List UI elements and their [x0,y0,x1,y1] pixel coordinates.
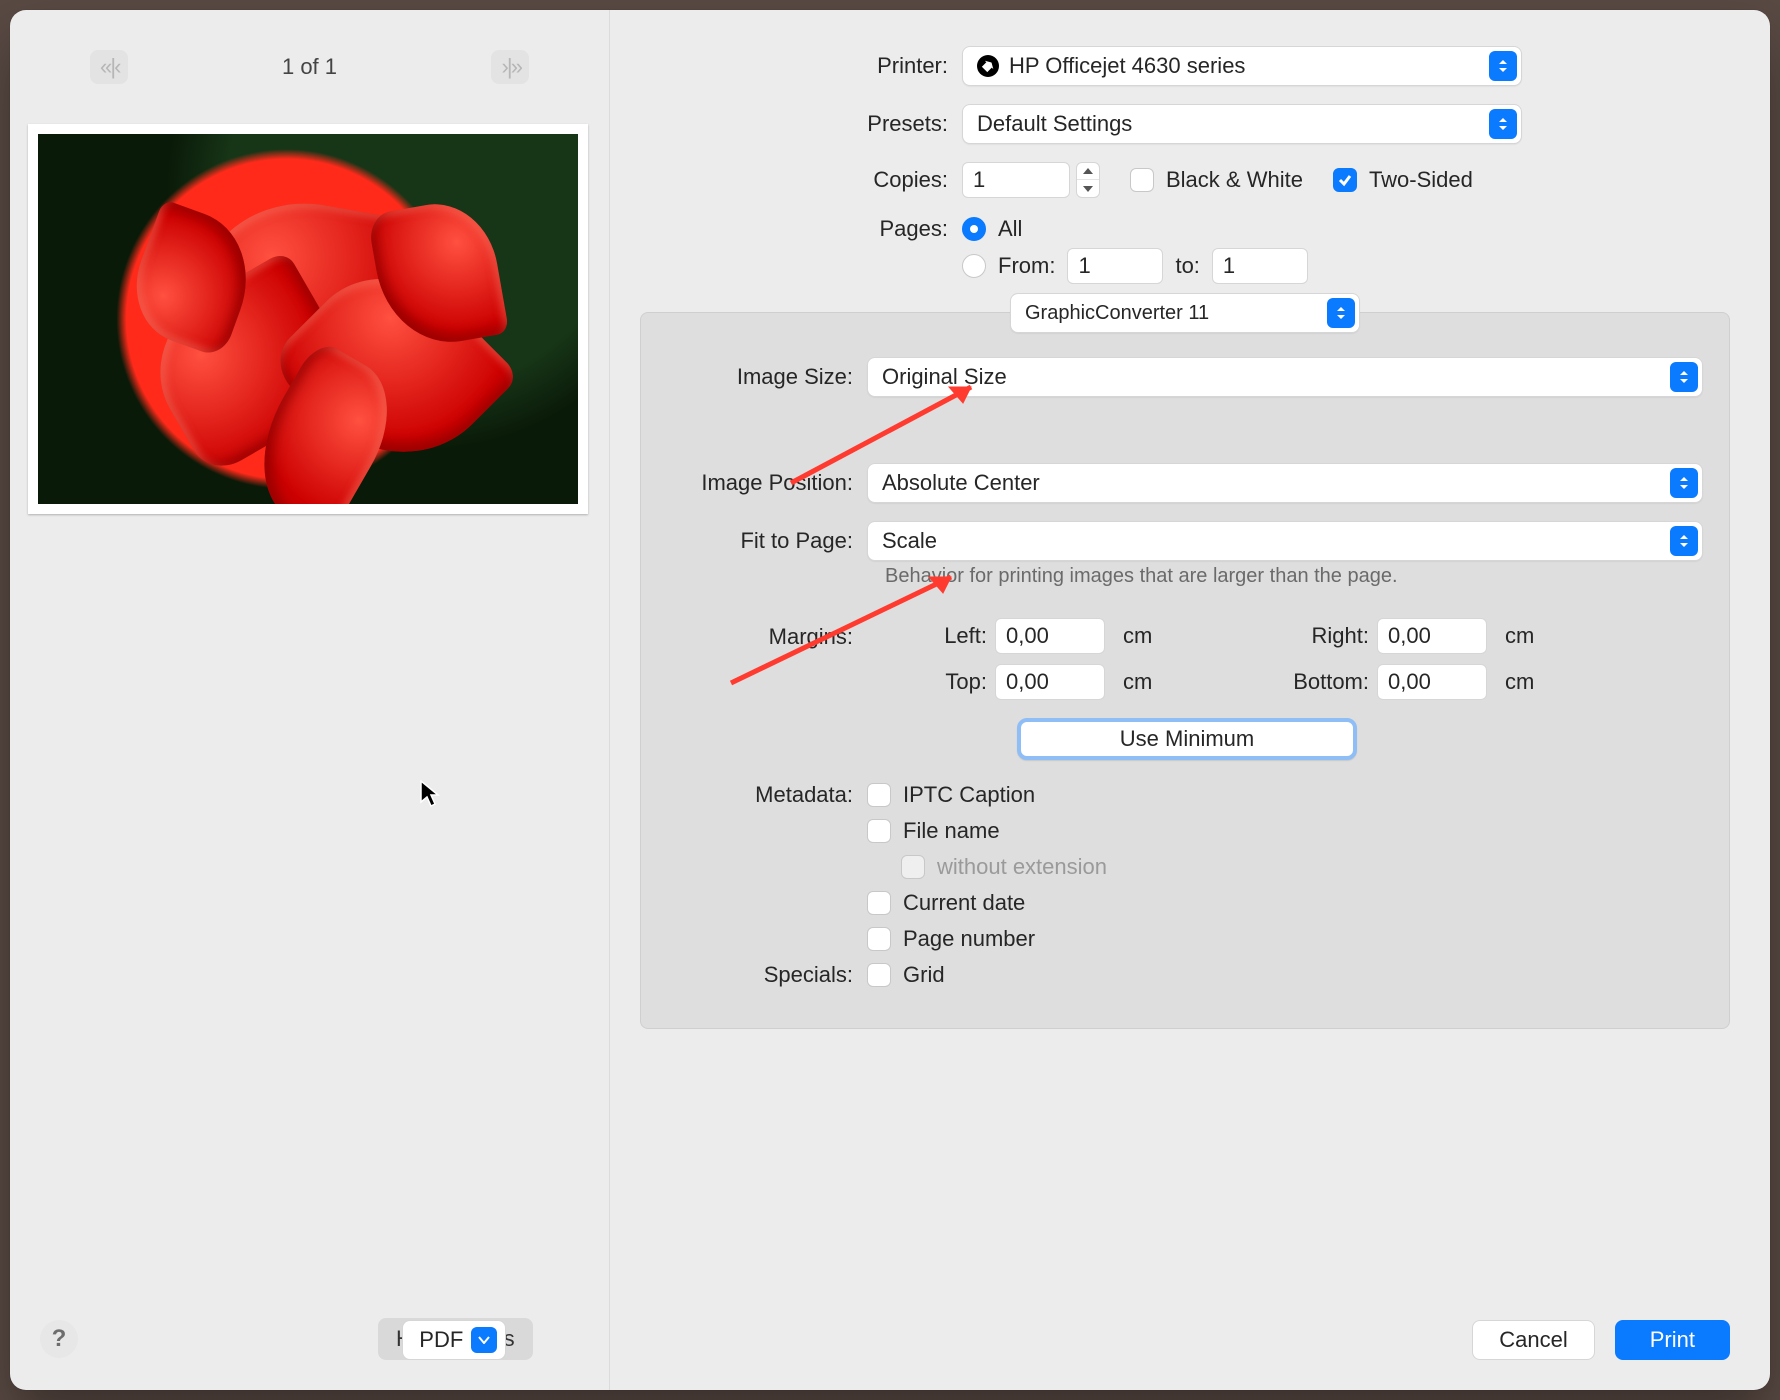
preview-pane: « | ‹ 1 of 1 › | » ? Hide Details [10,10,610,1390]
pages-all-label: All [998,216,1022,242]
margin-unit: cm [1505,669,1555,695]
fit-to-page-value: Scale [882,528,937,554]
image-position-select[interactable]: Absolute Center [867,463,1703,503]
metadata-date-label: Current date [903,890,1025,916]
metadata-label: Metadata: [667,782,867,808]
preview-thumbnail [28,124,588,514]
metadata-pagenum-checkbox[interactable] [867,927,891,951]
margin-unit: cm [1123,669,1173,695]
copies-field[interactable]: 1 [962,162,1070,198]
margin-top-label: Top: [867,669,987,695]
margin-unit: cm [1123,623,1173,649]
pages-label: Pages: [640,216,962,242]
fit-to-page-select[interactable]: Scale [867,521,1703,561]
image-size-value: Original Size [882,364,1007,390]
printer-value: HP Officejet 4630 series [1009,53,1245,79]
stepper-down-icon[interactable] [1077,180,1099,197]
pages-from-field[interactable]: 1 [1067,248,1163,284]
margin-right-field[interactable]: 0,00 [1377,618,1487,654]
metadata-pagenum-label: Page number [903,926,1035,952]
fit-to-page-hint: Behavior for printing images that are la… [885,565,1703,588]
settings-pane: Printer: HP Officejet 4630 series Preset… [610,10,1770,1390]
app-section-select[interactable]: GraphicConverter 11 [1010,293,1360,333]
specials-grid-label: Grid [903,962,945,988]
pages-to-label: to: [1175,253,1199,279]
metadata-without-ext-label: without extension [937,854,1107,880]
presets-value: Default Settings [977,111,1132,137]
chevron-updown-icon [1670,526,1698,556]
app-section-value: GraphicConverter 11 [1025,302,1209,325]
two-sided-checkbox[interactable] [1333,168,1357,192]
chevron-down-icon [471,1327,497,1353]
specials-label: Specials: [667,962,867,988]
presets-select[interactable]: Default Settings [962,104,1522,144]
app-options-panel: GraphicConverter 11 Image Size: Original… [640,312,1730,1029]
black-white-checkbox[interactable] [1130,168,1154,192]
pdf-label: PDF [419,1327,463,1353]
printer-label: Printer: [640,53,962,79]
chevron-updown-icon [1670,362,1698,392]
chevron-updown-icon [1489,109,1517,139]
two-sided-label: Two-Sided [1369,167,1473,193]
metadata-without-ext-checkbox [901,855,925,879]
copies-stepper[interactable] [1076,162,1100,198]
margin-right-label: Right: [1249,623,1369,649]
preview-prev-button[interactable]: « | ‹ [90,50,128,84]
metadata-iptc-label: IPTC Caption [903,782,1035,808]
print-button[interactable]: Print [1615,1320,1730,1360]
preview-next-button[interactable]: › | » [491,50,529,84]
metadata-filename-label: File name [903,818,1000,844]
printer-select[interactable]: HP Officejet 4630 series [962,46,1522,86]
preview-image [38,134,578,504]
margin-left-label: Left: [867,623,987,649]
cursor-icon [420,780,440,808]
pages-from-label: From: [998,253,1055,279]
copies-label: Copies: [640,167,962,193]
metadata-date-checkbox[interactable] [867,891,891,915]
margin-left-field[interactable]: 0,00 [995,618,1105,654]
pdf-menu-button[interactable]: PDF [402,1320,506,1360]
specials-grid-checkbox[interactable] [867,963,891,987]
pages-to-field[interactable]: 1 [1212,248,1308,284]
help-button[interactable]: ? [40,1320,78,1358]
use-minimum-button[interactable]: Use Minimum [1017,718,1357,760]
image-position-label: Image Position: [667,470,867,496]
image-size-label: Image Size: [667,364,867,390]
margin-bottom-label: Bottom: [1249,669,1369,695]
chevron-updown-icon [1327,298,1355,328]
presets-label: Presets: [640,111,962,137]
preview-page-indicator: 1 of 1 [282,54,337,80]
stepper-up-icon[interactable] [1077,163,1099,180]
pages-all-radio[interactable] [962,217,986,241]
chevron-updown-icon [1670,468,1698,498]
metadata-iptc-checkbox[interactable] [867,783,891,807]
margin-top-field[interactable]: 0,00 [995,664,1105,700]
pages-range-radio[interactable] [962,254,986,278]
black-white-label: Black & White [1166,167,1303,193]
margin-unit: cm [1505,623,1555,649]
image-position-value: Absolute Center [882,470,1040,496]
fit-to-page-label: Fit to Page: [667,528,867,554]
print-dialog: « | ‹ 1 of 1 › | » ? Hide Details [10,10,1770,1390]
margins-label: Margins: [667,618,867,650]
metadata-filename-checkbox[interactable] [867,819,891,843]
cancel-button[interactable]: Cancel [1472,1320,1594,1360]
margin-bottom-field[interactable]: 0,00 [1377,664,1487,700]
printer-status-icon [977,55,999,77]
image-size-select[interactable]: Original Size [867,357,1703,397]
chevron-updown-icon [1489,51,1517,81]
